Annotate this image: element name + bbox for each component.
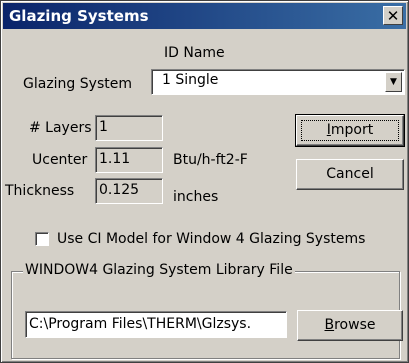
layers-label: # Layers — [29, 120, 92, 136]
ucenter-field: 1.11 — [95, 147, 163, 173]
title-bar: Glazing Systems ✕ — [3, 3, 406, 29]
ucenter-unit: Btu/h-ft2-F — [173, 152, 248, 168]
glazing-system-value: 1 Single — [162, 72, 219, 88]
ucenter-label: Ucenter — [32, 152, 88, 168]
layers-field: 1 — [95, 115, 163, 141]
close-icon: ✕ — [386, 7, 400, 25]
browse-mnemonic: B — [324, 317, 335, 333]
library-path-input[interactable]: C:\Program Files\THERM\Glzsys. — [25, 311, 287, 338]
glazing-systems-dialog: Glazing Systems ✕ ID Name Glazing System… — [0, 0, 409, 363]
import-button[interactable]: Import — [295, 114, 405, 147]
cancel-button[interactable]: Cancel — [296, 159, 404, 190]
thickness-label: Thickness — [5, 183, 75, 199]
chevron-down-icon[interactable]: ▼ — [385, 72, 402, 92]
id-name-header: ID Name — [164, 45, 225, 61]
glazing-system-label: Glazing System — [23, 76, 132, 92]
cl-model-checkbox[interactable] — [35, 232, 49, 246]
library-group-label: WINDOW4 Glazing System Library File — [23, 262, 295, 278]
browse-label: rowse — [334, 317, 376, 333]
glazing-system-select[interactable]: 1 Single ▼ — [151, 69, 405, 95]
browse-button[interactable]: Browse — [297, 310, 403, 341]
cancel-label: Cancel — [326, 166, 374, 182]
close-button[interactable]: ✕ — [383, 6, 403, 25]
thickness-unit: inches — [173, 189, 219, 205]
focus-rect — [301, 120, 399, 141]
cl-model-label: Use CI Model for Window 4 Glazing System… — [57, 231, 366, 247]
window-title: Glazing Systems — [9, 7, 149, 25]
thickness-field: 0.125 — [95, 178, 163, 204]
